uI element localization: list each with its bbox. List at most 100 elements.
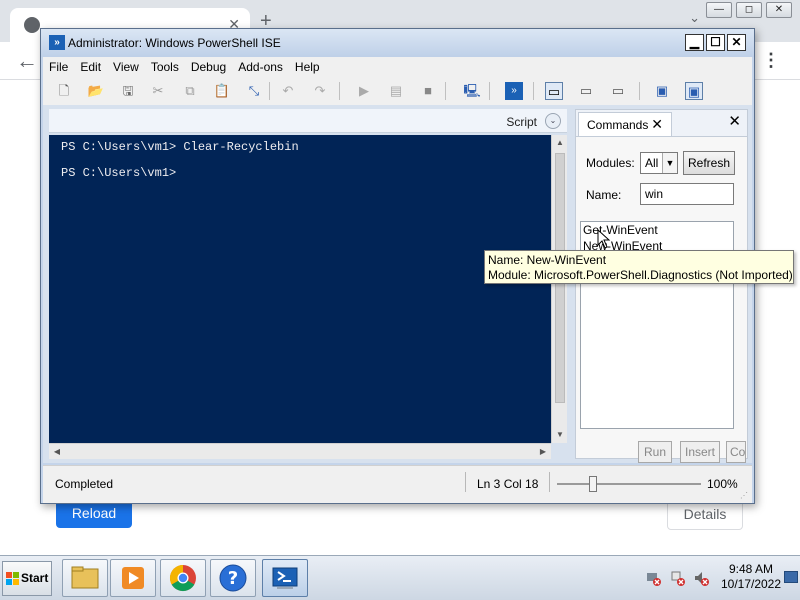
menu-add-ons[interactable]: Add-ons bbox=[238, 60, 283, 74]
cut-icon[interactable]: ✂ bbox=[149, 82, 167, 100]
mouse-cursor-icon bbox=[597, 229, 611, 249]
chevron-down-icon[interactable]: ⌄ bbox=[689, 10, 700, 26]
close-icon[interactable]: ✕ bbox=[651, 116, 663, 133]
commands-content: Modules: All ▼ Refresh Name: Get-WinEven… bbox=[576, 136, 747, 463]
network-icon[interactable] bbox=[646, 570, 662, 586]
toolbar-separator bbox=[339, 82, 340, 100]
menu-file[interactable]: File bbox=[49, 60, 68, 74]
powershell-console-icon[interactable]: » bbox=[505, 82, 523, 100]
command-tooltip: Name: New-WinEvent Module: Microsoft.Pow… bbox=[484, 250, 794, 284]
menu-help[interactable]: Help bbox=[295, 60, 320, 74]
maximize-button[interactable]: ☐ bbox=[706, 34, 725, 51]
clock-time: 9:48 AM bbox=[728, 562, 774, 576]
undo-icon[interactable]: ↶ bbox=[279, 82, 297, 100]
commands-tab[interactable]: Commands ✕ bbox=[578, 112, 672, 136]
minimize-button[interactable]: ▁ bbox=[685, 34, 704, 51]
save-icon[interactable]: 🖫 bbox=[119, 82, 137, 100]
remote-powershell-icon[interactable]: 🖳 bbox=[463, 82, 481, 100]
media-player-icon[interactable] bbox=[110, 559, 156, 597]
script-pane-label[interactable]: Script bbox=[506, 115, 537, 129]
more-menu-icon[interactable]: ⋮ bbox=[762, 50, 780, 71]
script-pane-header: Script ⌄ bbox=[49, 109, 567, 133]
close-icon[interactable]: ✕ bbox=[766, 2, 792, 18]
globe-icon bbox=[24, 17, 40, 33]
back-arrow-icon[interactable]: ← bbox=[16, 48, 38, 74]
clock-date: 10/17/2022 bbox=[720, 577, 782, 591]
console-pane[interactable]: PS C:\Users\vm1> Clear-Recyclebin PS C:\… bbox=[49, 135, 551, 443]
browser-window-controls: — ◻ ✕ bbox=[706, 2, 792, 18]
powershell-icon: » bbox=[49, 35, 65, 50]
scroll-up-icon[interactable]: ▲ bbox=[552, 135, 568, 151]
system-clock[interactable]: 9:48 AM 10/17/2022 bbox=[716, 562, 786, 592]
status-separator bbox=[549, 472, 550, 492]
console-vertical-scrollbar[interactable]: ▲ ▼ bbox=[551, 135, 567, 443]
run-button[interactable]: Run bbox=[638, 441, 672, 463]
menu-debug[interactable]: Debug bbox=[191, 60, 226, 74]
show-command-window-icon[interactable]: ▣ bbox=[653, 82, 671, 100]
run-icon[interactable]: ▶ bbox=[355, 82, 373, 100]
scroll-down-icon[interactable]: ▼ bbox=[552, 427, 568, 443]
toolbar-separator bbox=[533, 82, 534, 100]
menu-tools[interactable]: Tools bbox=[151, 60, 179, 74]
name-label: Name: bbox=[586, 188, 622, 202]
toolbar-separator bbox=[489, 82, 490, 100]
close-button[interactable]: ✕ bbox=[727, 34, 746, 51]
toolbar: 🗋 📂 🖫 ✂ ⧉ 📋 ⤡ ↶ ↷ ▶ ▤ ■ 🖳 » ▭ ▭ ▭ ▣ ▣ bbox=[43, 77, 752, 105]
menu-edit[interactable]: Edit bbox=[80, 60, 101, 74]
svg-text:?: ? bbox=[228, 568, 238, 589]
show-script-max-icon[interactable]: ▭ bbox=[609, 82, 627, 100]
window-title: Administrator: Windows PowerShell ISE bbox=[68, 36, 281, 50]
start-button[interactable]: Start bbox=[2, 561, 52, 596]
clear-icon[interactable]: ⤡ bbox=[245, 82, 263, 100]
zoom-slider[interactable] bbox=[557, 483, 701, 485]
chevron-down-icon[interactable]: ⌄ bbox=[545, 113, 561, 129]
toolbar-separator bbox=[445, 82, 446, 100]
insert-button[interactable]: Insert bbox=[680, 441, 720, 463]
cursor-position: Ln 3 Col 18 bbox=[477, 477, 539, 491]
run-selection-icon[interactable]: ▤ bbox=[387, 82, 405, 100]
show-script-top-icon[interactable]: ▭ bbox=[545, 82, 563, 100]
scroll-right-icon[interactable]: ▶ bbox=[535, 444, 551, 460]
close-commands-pane-icon[interactable]: ✕ bbox=[728, 112, 741, 130]
taskbar: Start ? 9:48 AM 10/17/2022 bbox=[0, 555, 800, 600]
refresh-button[interactable]: Refresh bbox=[683, 151, 735, 175]
console-line: PS C:\Users\vm1> bbox=[61, 166, 177, 180]
show-desktop-icon[interactable] bbox=[784, 571, 798, 583]
copy-button[interactable]: Co bbox=[726, 441, 746, 463]
redo-icon[interactable]: ↷ bbox=[311, 82, 329, 100]
scroll-left-icon[interactable]: ◀ bbox=[49, 444, 65, 460]
resize-grip-icon[interactable]: ⋰ bbox=[740, 491, 750, 501]
help-icon[interactable]: ? bbox=[210, 559, 256, 597]
file-explorer-icon[interactable] bbox=[62, 559, 108, 597]
chrome-icon[interactable] bbox=[160, 559, 206, 597]
name-filter-input[interactable] bbox=[640, 183, 734, 205]
open-folder-icon[interactable]: 📂 bbox=[87, 82, 105, 100]
title-bar[interactable]: » Administrator: Windows PowerShell ISE … bbox=[41, 29, 754, 57]
action-center-icon[interactable] bbox=[670, 570, 686, 586]
start-label: Start bbox=[21, 571, 49, 585]
show-script-right-icon[interactable]: ▭ bbox=[577, 82, 595, 100]
system-tray: 9:48 AM 10/17/2022 bbox=[638, 559, 798, 597]
show-command-addon-icon[interactable]: ▣ bbox=[685, 82, 703, 100]
copy-icon[interactable]: ⧉ bbox=[181, 82, 199, 100]
menu-bar: File Edit View Tools Debug Add-ons Help bbox=[43, 57, 752, 77]
status-separator bbox=[465, 472, 466, 492]
minimize-icon[interactable]: — bbox=[706, 2, 732, 18]
menu-view[interactable]: View bbox=[113, 60, 139, 74]
paste-icon[interactable]: 📋 bbox=[213, 82, 231, 100]
volume-icon[interactable] bbox=[694, 570, 710, 586]
maximize-icon[interactable]: ◻ bbox=[736, 2, 762, 18]
console-line: PS C:\Users\vm1> Clear-Recyclebin bbox=[61, 140, 299, 154]
stop-icon[interactable]: ■ bbox=[419, 82, 437, 100]
toolbar-separator bbox=[269, 82, 270, 100]
powershell-ise-icon[interactable] bbox=[262, 559, 308, 597]
tooltip-name: Name: New-WinEvent bbox=[488, 253, 607, 267]
modules-label: Modules: bbox=[586, 156, 635, 170]
status-bar: Completed Ln 3 Col 18 100% ⋰ bbox=[43, 465, 752, 503]
console-horizontal-scrollbar[interactable]: ◀ ▶ bbox=[49, 443, 551, 459]
status-text: Completed bbox=[55, 477, 114, 491]
zoom-level: 100% bbox=[707, 477, 738, 491]
zoom-slider-thumb[interactable] bbox=[589, 476, 597, 492]
new-file-icon[interactable]: 🗋 bbox=[55, 82, 73, 100]
chevron-down-icon[interactable]: ▼ bbox=[662, 153, 677, 173]
